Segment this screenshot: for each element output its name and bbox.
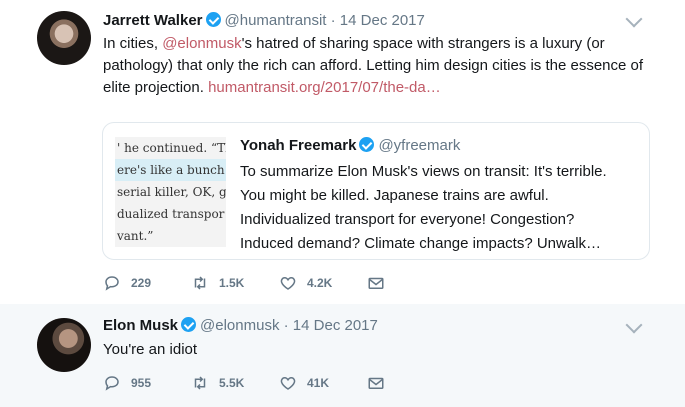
avatar[interactable]	[37, 11, 91, 65]
image-text-line: ' he continued. “Th	[117, 141, 226, 155]
retweet-icon	[194, 376, 206, 390]
retweet-button[interactable]: 1.5K	[191, 274, 279, 292]
like-button[interactable]: 41K	[279, 374, 367, 392]
reply-count: 229	[131, 276, 152, 290]
separator: ·	[330, 12, 336, 29]
image-text-line: dualized transpor	[117, 207, 225, 221]
separator: ·	[283, 317, 289, 334]
like-button[interactable]: 4.2K	[279, 274, 367, 292]
envelope-icon	[368, 277, 384, 289]
retweet-count: 1.5K	[219, 276, 245, 290]
tweet-text-part: In cities,	[103, 35, 163, 52]
message-button[interactable]	[367, 274, 455, 292]
author-name[interactable]: Elon Musk	[103, 317, 178, 334]
action-bar: 955 5.5K 41K	[103, 374, 455, 392]
tweet-elon-musk[interactable]: Elon Musk @elonmusk · 14 Dec 2017 You're …	[0, 304, 685, 407]
like-count: 4.2K	[307, 276, 333, 290]
author-handle[interactable]: @elonmusk	[200, 317, 279, 334]
author-handle[interactable]: @humantransit	[225, 12, 327, 29]
author-name[interactable]: Jarrett Walker	[103, 12, 203, 29]
tweet-header: Jarrett Walker @humantransit · 14 Dec 201…	[103, 11, 425, 31]
verified-badge-icon	[205, 12, 221, 27]
quoted-author-name[interactable]: Yonah Freemark	[240, 137, 356, 154]
reply-icon	[105, 376, 119, 391]
chevron-down-icon[interactable]	[625, 10, 643, 28]
verified-badge-icon	[359, 137, 375, 152]
quoted-tweet[interactable]: ' he continued. “Th ere's like a bunch c…	[102, 122, 650, 260]
image-text-line: vant.”	[117, 229, 154, 243]
tweet-text: You're an idiot	[103, 341, 198, 358]
retweet-count: 5.5K	[219, 376, 245, 390]
tweet-date[interactable]: 14 Dec 2017	[340, 12, 425, 29]
image-text-line: serial killer, OK, g	[117, 185, 226, 199]
tweet-header: Elon Musk @elonmusk · 14 Dec 2017	[103, 316, 378, 336]
url-link[interactable]: humantransit.org/2017/07/the-da…	[208, 79, 441, 96]
message-button[interactable]	[367, 374, 455, 392]
quoted-author-handle[interactable]: @yfreemark	[378, 137, 460, 154]
envelope-icon	[368, 377, 384, 389]
retweet-icon	[194, 276, 206, 290]
like-count: 41K	[307, 376, 330, 390]
heart-icon	[280, 276, 296, 290]
quoted-text: To summarize Elon Musk's views on transi…	[240, 163, 607, 252]
mention-link[interactable]: @elonmusk	[162, 35, 241, 52]
tweet-date[interactable]: 14 Dec 2017	[293, 317, 378, 334]
reply-button[interactable]: 955	[103, 374, 191, 392]
tweet-jarrett-walker[interactable]: Jarrett Walker @humantransit · 14 Dec 201…	[0, 0, 685, 304]
tweet-text: In cities, @elonmusk's hatred of sharing…	[103, 33, 663, 99]
avatar[interactable]	[37, 318, 91, 372]
reply-icon	[105, 276, 119, 291]
chevron-down-icon[interactable]	[625, 316, 643, 334]
quoted-tweet-image[interactable]: ' he continued. “Th ere's like a bunch c…	[115, 137, 226, 247]
quoted-header: Yonah Freemark @yfreemark	[240, 136, 460, 156]
reply-button[interactable]: 229	[103, 274, 191, 292]
verified-badge-icon	[181, 317, 197, 332]
retweet-button[interactable]: 5.5K	[191, 374, 279, 392]
reply-count: 955	[131, 376, 152, 390]
image-text-line: ere's like a bunch c	[115, 159, 226, 181]
heart-icon	[280, 376, 296, 390]
action-bar: 229 1.5K 4.2K	[103, 274, 455, 292]
